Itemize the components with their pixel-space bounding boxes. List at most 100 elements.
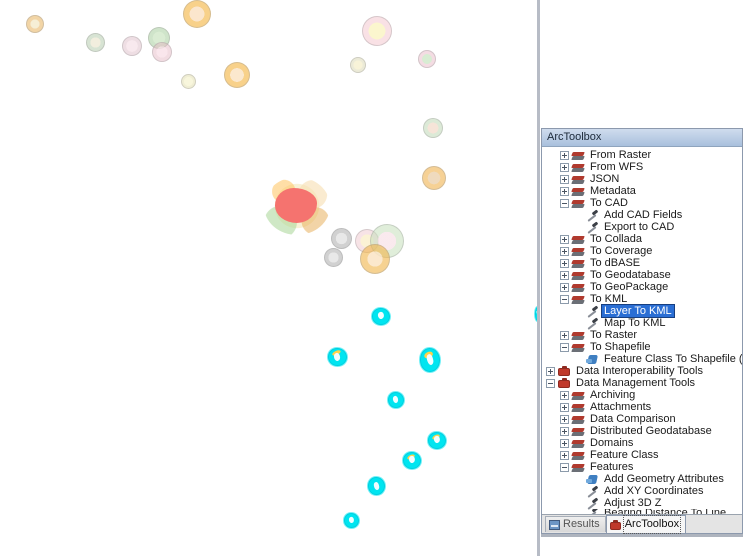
- expand-plus-icon[interactable]: [560, 282, 569, 292]
- map-pie-marker[interactable]: [324, 248, 343, 267]
- expand-plus-icon[interactable]: [560, 234, 569, 244]
- toolbox-icon: [609, 519, 621, 530]
- map-pie-marker[interactable]: [152, 42, 172, 62]
- map-pie-marker[interactable]: [423, 118, 443, 138]
- expand-plus-icon[interactable]: [560, 330, 569, 340]
- tree-row[interactable]: From WFS: [542, 161, 742, 173]
- panel-tab-label: Results: [563, 518, 600, 530]
- tree-row[interactable]: Distributed Geodatabase: [542, 425, 742, 437]
- expand-plus-icon[interactable]: [560, 450, 569, 460]
- collapse-minus-icon[interactable]: [560, 198, 569, 208]
- map-pie-marker[interactable]: [181, 74, 196, 89]
- map-selected-feature[interactable]: [368, 477, 385, 495]
- tree-row[interactable]: Feature Class: [542, 449, 742, 461]
- map-pie-marker[interactable]: [122, 36, 142, 56]
- expand-plus-icon[interactable]: [560, 402, 569, 412]
- tree-row[interactable]: Add Geometry Attributes: [542, 473, 742, 485]
- panel-tab-strip: Results ArcToolbox: [542, 514, 742, 534]
- map-pie-marker[interactable]: [422, 166, 446, 190]
- map-pie-marker[interactable]: [86, 33, 105, 52]
- tree-row[interactable]: Layer To KML: [542, 304, 742, 318]
- tool-icon: [586, 498, 599, 509]
- map-feature-primary-polygon[interactable]: [264, 177, 330, 235]
- tree-row-label: To dBASE: [590, 257, 641, 269]
- tree-row[interactable]: Domains: [542, 437, 742, 449]
- toolset-icon: [572, 330, 585, 341]
- tree-row[interactable]: Metadata: [542, 185, 742, 197]
- tree-row[interactable]: To Raster: [542, 329, 742, 341]
- expand-plus-icon[interactable]: [560, 174, 569, 184]
- toolset-icon: [572, 150, 585, 161]
- tree-row-label: To Shapefile: [590, 341, 651, 353]
- panel-title: ArcToolbox: [542, 129, 742, 147]
- tree-row[interactable]: To Geodatabase: [542, 269, 742, 281]
- tree-row[interactable]: Map To KML: [542, 317, 742, 329]
- tree-row[interactable]: Add XY Coordinates: [542, 485, 742, 497]
- arctoolbox-panel: ArcToolbox From Raster From WFS JSON Metada…: [541, 128, 743, 534]
- tree-row[interactable]: To dBASE: [542, 257, 742, 269]
- tree-row[interactable]: Data Comparison: [542, 413, 742, 425]
- map-pie-marker[interactable]: [331, 228, 352, 249]
- tree-row[interactable]: From Raster: [542, 149, 742, 161]
- tree-row[interactable]: To CAD: [542, 197, 742, 209]
- panel-tab-results[interactable]: Results: [545, 516, 606, 532]
- toolbox-tree[interactable]: From Raster From WFS JSON Metadata To CAD Add…: [542, 147, 742, 514]
- map-selected-feature[interactable]: [403, 452, 421, 469]
- tree-row[interactable]: Attachments: [542, 401, 742, 413]
- toolset-icon: [572, 282, 585, 293]
- tree-row[interactable]: Features: [542, 461, 742, 473]
- map-pie-marker[interactable]: [183, 0, 211, 28]
- expand-plus-icon[interactable]: [560, 426, 569, 436]
- expand-plus-icon[interactable]: [546, 366, 555, 376]
- expand-plus-icon[interactable]: [560, 150, 569, 160]
- map-pie-marker[interactable]: [418, 50, 436, 68]
- tree-row[interactable]: Data Management Tools: [542, 377, 742, 389]
- collapse-minus-icon[interactable]: [560, 294, 569, 304]
- panel-splitter[interactable]: [537, 0, 540, 556]
- panel-tab-arctoolbox[interactable]: ArcToolbox: [605, 515, 687, 534]
- map-selected-feature[interactable]: [420, 348, 440, 372]
- expand-plus-icon[interactable]: [560, 270, 569, 280]
- map-pie-marker[interactable]: [362, 16, 392, 46]
- map-selected-feature[interactable]: [428, 432, 446, 449]
- map-pie-marker[interactable]: [350, 57, 366, 73]
- tree-row[interactable]: Adjust 3D Z: [542, 497, 742, 509]
- map-selected-feature[interactable]: [328, 348, 347, 366]
- tree-row[interactable]: Data Interoperability Tools: [542, 365, 742, 377]
- map-selected-feature[interactable]: [372, 308, 390, 325]
- map-pie-marker[interactable]: [360, 244, 390, 274]
- toolset-icon: [572, 414, 585, 425]
- collapse-minus-icon[interactable]: [546, 378, 555, 388]
- map-pie-marker[interactable]: [224, 62, 250, 88]
- map-pie-marker[interactable]: [26, 15, 44, 33]
- tree-row[interactable]: To Collada: [542, 233, 742, 245]
- tree-row-label: From WFS: [590, 161, 644, 173]
- collapse-minus-icon[interactable]: [560, 462, 569, 472]
- toolset-icon: [572, 174, 585, 185]
- expand-plus-icon[interactable]: [560, 258, 569, 268]
- panel-tab-label: ArcToolbox: [622, 515, 682, 534]
- tree-row[interactable]: Export to CAD: [542, 221, 742, 233]
- map-selected-feature[interactable]: [344, 513, 359, 528]
- map-canvas[interactable]: [0, 0, 539, 556]
- tree-row[interactable]: To GeoPackage: [542, 281, 742, 293]
- tree-row[interactable]: Add CAD Fields: [542, 209, 742, 221]
- expand-plus-icon[interactable]: [560, 414, 569, 424]
- tool-icon: [586, 222, 599, 233]
- expand-plus-icon[interactable]: [560, 390, 569, 400]
- tree-row[interactable]: Archiving: [542, 389, 742, 401]
- expand-plus-icon[interactable]: [560, 246, 569, 256]
- collapse-minus-icon[interactable]: [560, 342, 569, 352]
- tool-icon: [586, 486, 599, 497]
- expand-plus-icon[interactable]: [560, 438, 569, 448]
- tree-row[interactable]: To KML: [542, 293, 742, 305]
- map-selected-feature[interactable]: [388, 392, 404, 408]
- expand-plus-icon[interactable]: [560, 162, 569, 172]
- expand-plus-icon[interactable]: [560, 186, 569, 196]
- toolset-icon: [572, 294, 585, 305]
- tree-row[interactable]: To Shapefile: [542, 341, 742, 353]
- tree-row[interactable]: JSON: [542, 173, 742, 185]
- tree-row[interactable]: Feature Class To Shapefile (multiple): [542, 353, 742, 365]
- tree-row[interactable]: To Coverage: [542, 245, 742, 257]
